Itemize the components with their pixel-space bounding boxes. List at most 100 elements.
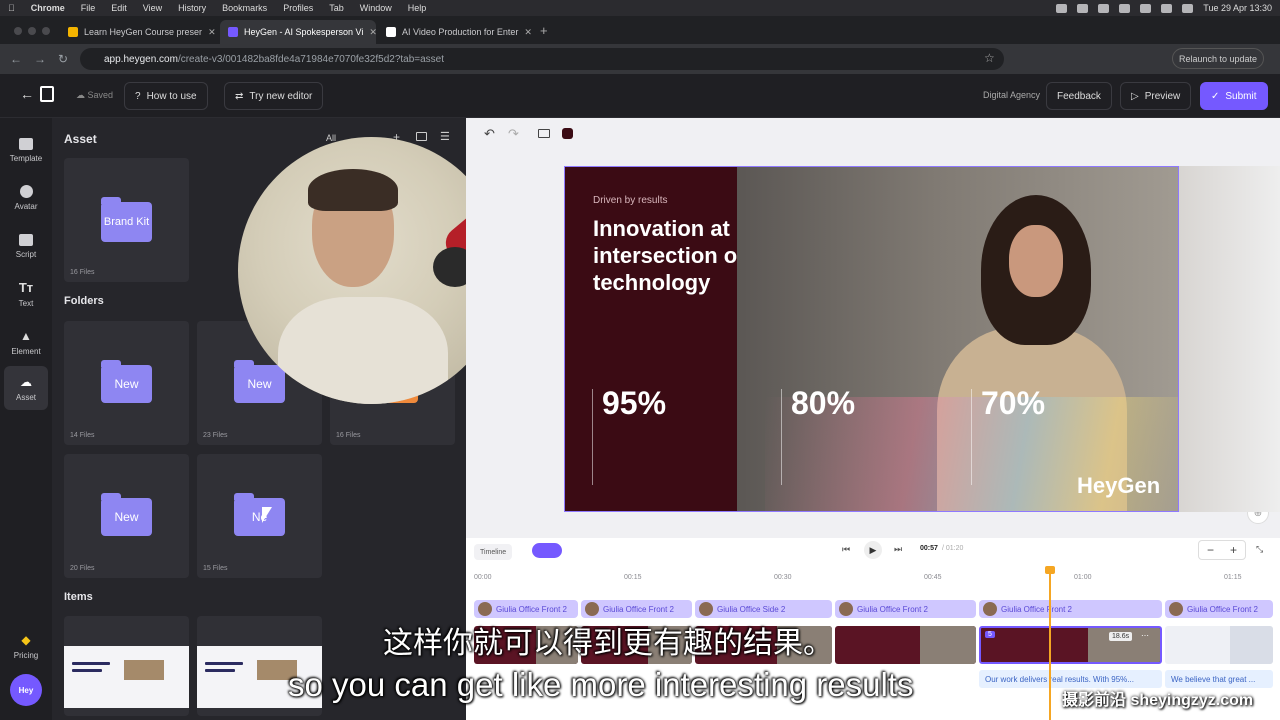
workspace-name[interactable]: Digital Agency: [983, 90, 1040, 100]
status-icon[interactable]: [1056, 3, 1068, 13]
apple-icon[interactable]: : [8, 3, 15, 13]
play-button[interactable]: ▶: [864, 541, 882, 559]
back-icon[interactable]: ←: [10, 52, 22, 66]
zoom-out-icon[interactable]: −: [1207, 543, 1214, 557]
rail-element[interactable]: ▲ Element: [4, 320, 48, 364]
back-arrow-icon[interactable]: ←: [20, 86, 34, 102]
clip-label: Giulia Office Front 2: [857, 604, 928, 614]
menu-file[interactable]: File: [81, 3, 96, 13]
avatar-clip[interactable]: Giulia Office Front 2: [474, 600, 578, 618]
script-icon: [19, 233, 33, 246]
element-icon: ▲: [20, 328, 32, 343]
try-new-editor-button[interactable]: ⇄ Try new editor: [224, 82, 324, 110]
close-tab-icon[interactable]: ✕: [363, 27, 376, 38]
redo-icon[interactable]: ↷: [508, 126, 519, 142]
avatar-clip[interactable]: Giulia Office Front 2: [979, 600, 1162, 618]
zoom-window-icon[interactable]: [42, 27, 50, 35]
relaunch-button[interactable]: Relaunch to update: [1172, 48, 1264, 69]
scene-thumbnail[interactable]: [835, 626, 976, 664]
status-icon[interactable]: [1098, 3, 1110, 13]
folder-label: New: [247, 377, 272, 391]
rail-template[interactable]: Template: [4, 128, 48, 172]
minimize-window-icon[interactable]: [28, 27, 36, 35]
menu-edit[interactable]: Edit: [111, 3, 127, 13]
avatar-clip[interactable]: Giulia Office Side 2: [695, 600, 832, 618]
total-time: / 01:20: [942, 545, 964, 552]
playhead-handle[interactable]: [1045, 566, 1055, 574]
timeline-toggle-label[interactable]: Timeline: [474, 544, 513, 560]
menu-window[interactable]: Window: [360, 3, 392, 13]
rail-avatar[interactable]: Avatar: [4, 176, 48, 220]
address-bar[interactable]: app.heygen.com/create-v3/001482ba8fde4a7…: [80, 48, 1004, 70]
scene-image: [1229, 626, 1273, 664]
stat-3[interactable]: 70%: [981, 385, 1045, 422]
rail-label: Pricing: [13, 650, 39, 660]
browser-tab[interactable]: Learn HeyGen Course preser ✕: [60, 20, 218, 44]
scene-thumbnail-selected[interactable]: 5 18.6s ⋯: [979, 626, 1162, 664]
new-tab-icon[interactable]: +: [540, 23, 548, 38]
submit-button[interactable]: ✓ Submit: [1200, 82, 1268, 110]
forward-icon[interactable]: →: [34, 52, 46, 66]
stat-2[interactable]: 80%: [791, 385, 855, 422]
new-folder-icon[interactable]: [416, 132, 427, 141]
slide-headline[interactable]: Innovation at intersection o technology: [593, 215, 793, 296]
reload-icon[interactable]: ↻: [58, 52, 68, 66]
playhead[interactable]: [1049, 570, 1051, 720]
collapse-icon[interactable]: ⤡: [1256, 544, 1263, 555]
menu-history[interactable]: History: [178, 3, 206, 13]
battery-icon[interactable]: [1140, 3, 1152, 13]
avatar-thumb: [839, 602, 853, 616]
undo-icon[interactable]: ↶: [484, 126, 495, 142]
scene-thumbnail[interactable]: [1165, 626, 1273, 664]
timeline-switch[interactable]: [532, 543, 562, 558]
skip-back-icon[interactable]: ⏮: [842, 544, 850, 555]
status-icon[interactable]: [1077, 3, 1089, 13]
rail-pricing[interactable]: ◆ Pricing: [4, 624, 48, 668]
rail-text[interactable]: Tт Text: [4, 272, 48, 316]
menu-chrome[interactable]: Chrome: [31, 3, 65, 13]
heygen-logo-icon[interactable]: [40, 86, 54, 102]
browser-tab-active[interactable]: HeyGen - AI Spokesperson Vi ✕: [220, 20, 376, 44]
presenter-hair: [308, 169, 398, 211]
time-tick: 00:30: [774, 574, 792, 581]
feedback-button[interactable]: Feedback: [1046, 82, 1112, 110]
skip-forward-icon[interactable]: ⏭: [894, 544, 902, 555]
rail-script[interactable]: Script: [4, 224, 48, 268]
close-window-icon[interactable]: [14, 27, 22, 35]
close-tab-icon[interactable]: ✕: [518, 27, 532, 38]
bookmark-star-icon[interactable]: ☆: [984, 51, 995, 65]
zoom-in-icon[interactable]: +: [1230, 543, 1237, 557]
preview-button[interactable]: ▷ Preview: [1120, 82, 1192, 110]
avatar-clip[interactable]: Giulia Office Front 2: [581, 600, 692, 618]
rail-asset[interactable]: ☁ Asset: [4, 366, 48, 410]
more-options-icon[interactable]: ⋯: [1141, 631, 1149, 640]
search-icon[interactable]: [1182, 3, 1194, 13]
menu-view[interactable]: View: [143, 3, 162, 13]
list-view-icon[interactable]: ☰: [440, 130, 450, 143]
slide-canvas[interactable]: Driven by results Innovation at intersec…: [564, 166, 1179, 512]
close-tab-icon[interactable]: ✕: [202, 27, 216, 38]
item-thumbnail[interactable]: [64, 616, 189, 716]
menu-help[interactable]: Help: [408, 3, 427, 13]
user-avatar[interactable]: Hey: [10, 674, 42, 706]
wifi-icon[interactable]: [1161, 3, 1173, 13]
rail-label: Text: [18, 299, 34, 308]
volume-icon[interactable]: [1119, 3, 1131, 13]
clock[interactable]: Tue 29 Apr 13:30: [1203, 3, 1272, 13]
slide-kicker[interactable]: Driven by results: [593, 195, 667, 206]
menu-bookmarks[interactable]: Bookmarks: [222, 3, 267, 13]
avatar-clip[interactable]: Giulia Office Front 2: [835, 600, 976, 618]
menu-tab[interactable]: Tab: [329, 3, 344, 13]
how-to-use-button[interactable]: ? How to use: [124, 82, 208, 110]
browser-tab[interactable]: AI Video Production for Enter ✕: [378, 20, 534, 44]
avatar-clip[interactable]: Giulia Office Front 2: [1165, 600, 1273, 618]
folder-card[interactable]: New 14 Files: [64, 321, 189, 445]
screen-icon[interactable]: [538, 129, 550, 138]
menu-profiles[interactable]: Profiles: [283, 3, 313, 13]
file-count: 20 Files: [70, 565, 95, 572]
folder-card[interactable]: New 20 Files: [64, 454, 189, 578]
folder-card[interactable]: Ne 15 Files: [197, 454, 322, 578]
brand-kit-card[interactable]: Brand Kit 16 Files: [64, 158, 189, 282]
stat-1[interactable]: 95%: [602, 385, 666, 422]
background-color-swatch[interactable]: [562, 128, 573, 139]
